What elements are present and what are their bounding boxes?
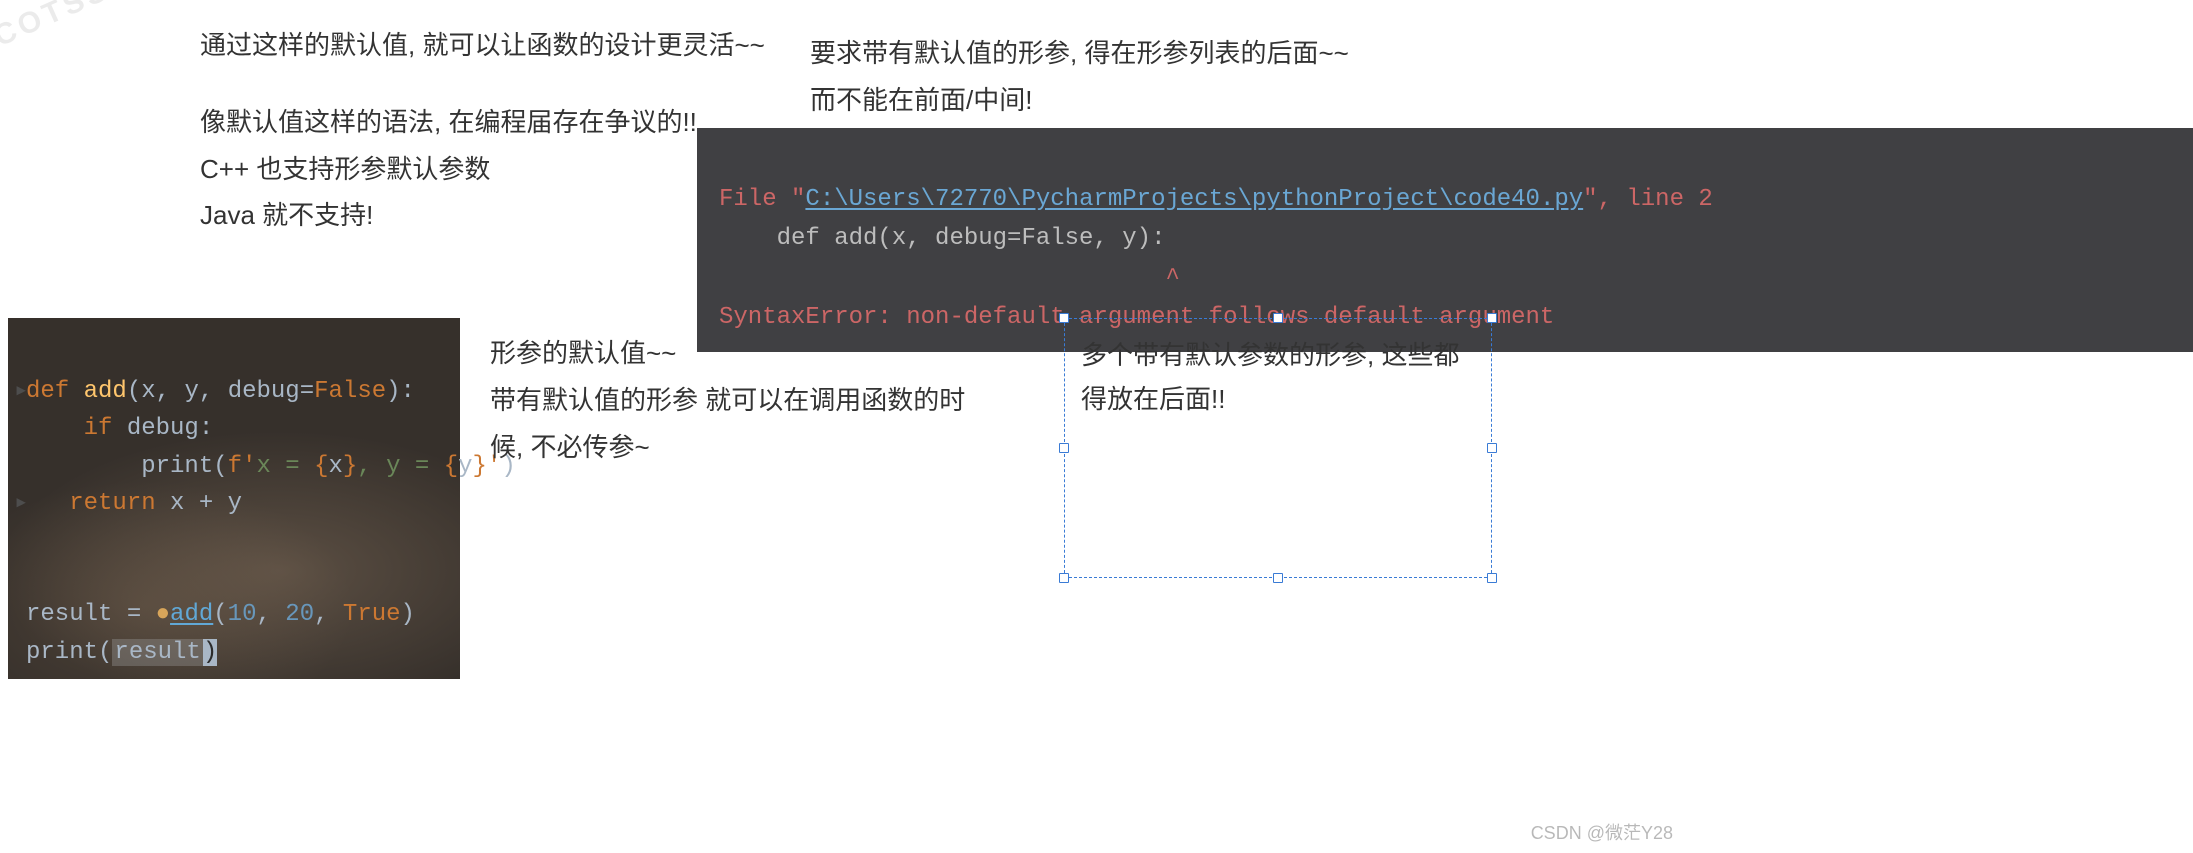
str: , y = bbox=[357, 453, 443, 480]
punct: , bbox=[256, 601, 285, 628]
punct: , bbox=[314, 601, 343, 628]
text-line: 多个带有默认参数的形参, 这些都得放在后面!! bbox=[1081, 340, 1459, 414]
punct: , bbox=[156, 378, 185, 405]
watermark: COTSSI bbox=[0, 0, 127, 54]
param: x bbox=[141, 378, 155, 405]
punct: = bbox=[112, 601, 155, 628]
var: x bbox=[328, 453, 342, 480]
error-line-suffix: , line 2 bbox=[1598, 186, 1713, 213]
var: result bbox=[112, 639, 202, 666]
cond: debug: bbox=[112, 415, 213, 442]
punct: ) bbox=[401, 601, 415, 628]
text-line: 而不能在前面/中间! bbox=[810, 77, 1530, 124]
brace: } bbox=[473, 453, 487, 480]
kw-if: if bbox=[84, 415, 113, 442]
var: result bbox=[26, 601, 112, 628]
code-block: ▸def add(x, y, debug=False): if debug: p… bbox=[8, 318, 460, 679]
param: y bbox=[184, 378, 198, 405]
bool: True bbox=[343, 601, 401, 628]
brace: { bbox=[314, 453, 328, 480]
quote: " bbox=[791, 186, 805, 213]
punct: ): bbox=[386, 378, 415, 405]
num: 20 bbox=[285, 601, 314, 628]
punct: = bbox=[300, 378, 314, 405]
fn-name: add bbox=[84, 378, 127, 405]
var: y bbox=[458, 453, 472, 480]
resize-handle[interactable] bbox=[1487, 313, 1497, 323]
bool: False bbox=[314, 378, 386, 405]
brace: } bbox=[343, 453, 357, 480]
error-path: C:\Users\72770\PycharmProjects\pythonPro… bbox=[805, 186, 1583, 213]
selected-text-box[interactable]: 多个带有默认参数的形参, 这些都得放在后面!! bbox=[1064, 318, 1492, 578]
text-line: 要求带有默认值的形参, 得在形参列表的后面~~ bbox=[810, 30, 1530, 77]
fn-call: add bbox=[170, 601, 213, 628]
text-line: 通过这样的默认值, 就可以让函数的设计更灵活~~ bbox=[200, 22, 800, 69]
punct: ( bbox=[213, 601, 227, 628]
resize-handle[interactable] bbox=[1273, 573, 1283, 583]
param: debug bbox=[228, 378, 300, 405]
punct: ( bbox=[98, 639, 112, 666]
brace: { bbox=[444, 453, 458, 480]
resize-handle[interactable] bbox=[1487, 443, 1497, 453]
fprefix: f' bbox=[228, 453, 257, 480]
credit-watermark: CSDN @微茫Y28 bbox=[1531, 819, 1673, 845]
note-top-right: 要求带有默认值的形参, 得在形参列表的后面~~ 而不能在前面/中间! bbox=[810, 30, 1530, 124]
cursor: ) bbox=[203, 639, 217, 666]
resize-handle[interactable] bbox=[1273, 313, 1283, 323]
note-mid: 形参的默认值~~ 带有默认值的形参 就可以在调用函数的时候, 不必传参~ bbox=[490, 330, 990, 470]
error-caret: ^ bbox=[719, 265, 1180, 292]
quote: " bbox=[1583, 186, 1597, 213]
resize-handle[interactable] bbox=[1059, 313, 1069, 323]
punct: , bbox=[199, 378, 228, 405]
punct: ( bbox=[127, 378, 141, 405]
resize-handle[interactable] bbox=[1487, 573, 1497, 583]
resize-handle[interactable] bbox=[1059, 573, 1069, 583]
error-code-line: def add(x, debug=False, y): bbox=[719, 225, 1165, 252]
fn-print: print bbox=[141, 453, 213, 480]
resize-handle[interactable] bbox=[1059, 443, 1069, 453]
fn-print: print bbox=[26, 639, 98, 666]
num: 10 bbox=[228, 601, 257, 628]
expr: x + y bbox=[156, 490, 242, 517]
error-file-label: File bbox=[719, 186, 791, 213]
text-line: 形参的默认值~~ bbox=[490, 330, 990, 377]
kw-return: return bbox=[69, 490, 155, 517]
punct: ( bbox=[213, 453, 227, 480]
kw-def: def bbox=[26, 378, 69, 405]
text-line: 带有默认值的形参 就可以在调用函数的时候, 不必传参~ bbox=[490, 377, 990, 471]
str: x = bbox=[256, 453, 314, 480]
